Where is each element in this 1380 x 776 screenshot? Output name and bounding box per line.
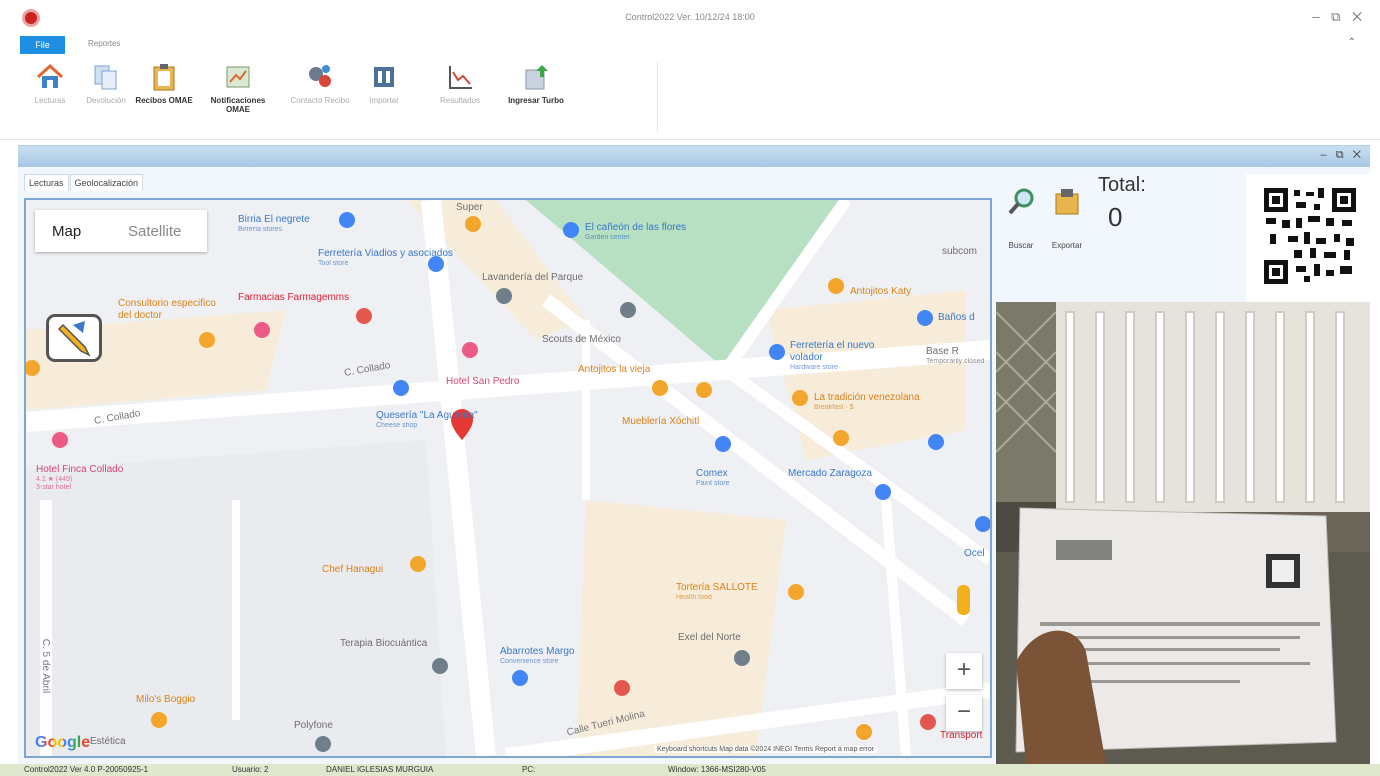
line-chart-icon (449, 66, 472, 89)
status-bar: Control2022 Ver 4.0 P-20050925-1 Usuario… (0, 764, 1380, 776)
map-poi[interactable]: Baños d (938, 312, 975, 324)
status-user: Usuario: 2 (232, 765, 269, 774)
house-icon (36, 63, 64, 88)
pencil-icon (57, 321, 91, 357)
map-type-satellite-button[interactable]: Satellite (128, 223, 181, 240)
map-poi[interactable]: Ferretería Viadios y asociados Tool store (318, 248, 453, 268)
zoom-out-button[interactable]: − (946, 695, 982, 731)
map-poi[interactable]: Comex Paint store (696, 468, 729, 488)
menu-reportes[interactable]: Reportes (88, 39, 120, 48)
ribbon-divider (657, 62, 658, 132)
map-poi[interactable]: La tradición venezolana Breakfast · $ (814, 392, 920, 412)
total-value: 0 (1108, 202, 1123, 232)
map-poi[interactable]: Consultorio especifico del doctor (118, 298, 228, 322)
map-poi[interactable]: Base R Temporarily closed (926, 346, 984, 366)
tab-lecturas[interactable]: Lecturas (24, 174, 69, 191)
status-window: Window: 1366-MSI280-V05 (668, 765, 766, 774)
qr-code (1246, 174, 1370, 302)
map-poi[interactable]: Estética (90, 736, 126, 748)
map-type-map-button[interactable]: Map (52, 223, 81, 240)
ribbon-button-ingresar-turbo[interactable]: Ingresar Turbo (496, 62, 576, 130)
menu-file[interactable]: File (20, 36, 65, 54)
search-icon (1008, 188, 1034, 215)
ribbon-button-devolucion[interactable]: Devolución (74, 62, 138, 130)
ribbon: Lecturas Devolución Recibos OMAE Notific… (0, 58, 1380, 191)
road-label: C. 5 de Abril (40, 638, 52, 694)
map-view[interactable]: Map Satellite C. Collado C. Collado Call… (24, 198, 992, 758)
map-poi[interactable]: Hotel Finca Collado 4.1 ★ (449) 3-star ho… (36, 464, 123, 492)
notification-chart-icon (226, 66, 250, 88)
zoom-in-button[interactable]: + (946, 653, 982, 689)
map-poi[interactable]: Milo's Boggio (136, 694, 195, 706)
map-poi[interactable]: subcom (942, 246, 977, 258)
ribbon-button-importar[interactable]: Importar (352, 62, 416, 130)
map-poi[interactable]: El cañeón de las flores Garden center (585, 222, 686, 242)
map-poi[interactable]: Antojitos la vieja (578, 364, 650, 376)
export-icon (1055, 189, 1079, 215)
map-poi[interactable]: Hotel San Pedro (446, 376, 519, 388)
tab-bar: Lecturas Geolocalización (24, 174, 144, 194)
map-poi[interactable]: Transport (940, 730, 982, 742)
child-window-bar: – ⧉ ✕ (18, 145, 1370, 167)
title-bar: Control2022 Ver. 10/12/24 18:00 – ⧉ ✕ (0, 0, 1380, 34)
map-poi[interactable]: Antojitos Katy (850, 286, 911, 298)
draw-tool-button[interactable] (46, 314, 102, 362)
ribbon-button-lecturas[interactable]: Lecturas (18, 62, 82, 130)
map-poi[interactable]: Lavandería del Parque (482, 272, 583, 284)
window-controls[interactable]: – ⧉ ✕ (1312, 9, 1366, 25)
map-poi[interactable]: Terapia Biocuántica (340, 638, 427, 650)
clipboard-icon (153, 64, 175, 91)
menu-bar: File Reportes ⌃ (0, 34, 1380, 56)
meter-photo[interactable] (996, 302, 1370, 764)
exportar-button[interactable]: Exportar (1044, 186, 1090, 258)
status-user-name: DANIEL IGLESIAS MURGUIA (326, 765, 434, 774)
map-poi[interactable]: Birria El negrete Birrería stores (238, 214, 310, 234)
documents-icon (94, 65, 117, 90)
map-type-control: Map Satellite (35, 210, 207, 252)
window-title: Control2022 Ver. 10/12/24 18:00 (625, 12, 755, 22)
child-window-controls[interactable]: – ⧉ ✕ (1321, 149, 1364, 162)
status-version: Control2022 Ver 4.0 P-20050925-1 (24, 765, 149, 774)
upload-icon (525, 65, 548, 90)
map-attribution[interactable]: Keyboard shortcuts Map data ©2024 INEGI … (654, 746, 878, 753)
map-poi[interactable]: Abarrotes Margo Convenience store (500, 646, 574, 666)
map-poi[interactable]: Super (456, 202, 483, 214)
ribbon-button-contacto[interactable]: Contacto Recibo (288, 62, 352, 130)
map-poi[interactable]: Exel del Norte (678, 632, 741, 644)
ribbon-button-recibos[interactable]: Recibos OMAE (132, 62, 196, 130)
total-label: Total: (1098, 174, 1146, 196)
map-poi[interactable]: Ocel (964, 548, 985, 560)
map-poi[interactable]: Quesería "La Aguanta" Cheese shop (376, 410, 478, 430)
street-view-pegman-icon[interactable] (957, 585, 970, 615)
gears-icon (309, 65, 331, 87)
ribbon-button-resultados[interactable]: Resultados (428, 62, 492, 130)
map-poi[interactable]: Farmacias Farmagemms (238, 292, 349, 304)
map-poi[interactable]: Tortería SALLOTE Health food (676, 582, 758, 602)
status-pc: PC: (522, 765, 536, 774)
buscar-button[interactable]: Buscar (1004, 186, 1038, 258)
import-icon (374, 67, 394, 87)
map-poi[interactable]: Mercado Zaragoza (788, 468, 872, 480)
google-logo: Google (35, 734, 91, 751)
map-poi[interactable]: Mueblería Xóchitl (622, 416, 699, 428)
tab-geolocalizacion[interactable]: Geolocalización (69, 174, 144, 191)
right-panel-tools: Buscar Exportar Total: 0 (996, 172, 1242, 302)
map-poi[interactable]: Chef Hanagui (322, 564, 383, 576)
map-poi[interactable]: Polyfone (294, 720, 333, 732)
map-poi[interactable]: Ferretería el nuevo volador Hardware stor… (790, 340, 910, 372)
map-poi[interactable]: Scouts de México (542, 334, 621, 346)
ribbon-button-notificaciones[interactable]: Notificaciones OMAE (198, 62, 278, 130)
ribbon-collapse-icon[interactable]: ⌃ (1348, 37, 1356, 48)
